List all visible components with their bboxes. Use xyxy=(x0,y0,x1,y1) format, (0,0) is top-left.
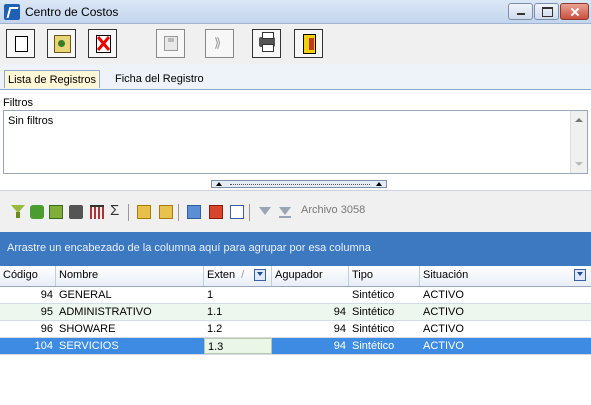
cell-tipo: Sintético xyxy=(352,340,395,352)
group-hint: Arrastre un encabezado de la columna aqu… xyxy=(7,242,371,254)
tab-strip: Lista de Registros Ficha del Registro xyxy=(0,64,591,90)
cell-tipo: Sintético xyxy=(352,306,395,318)
title-bar: Centro de Costos xyxy=(0,0,591,24)
open-icon[interactable] xyxy=(137,205,151,219)
filters-panel: Filtros Sin filtros xyxy=(0,97,591,179)
column-header-situacion[interactable]: Situación xyxy=(420,266,591,286)
tab-ficha-del-registro[interactable]: Ficha del Registro xyxy=(112,70,207,88)
cell-exten: 1.1 xyxy=(207,306,223,318)
cell-agupador: 94 xyxy=(333,323,346,335)
close-button[interactable] xyxy=(560,3,589,20)
cell-codigo: 96 xyxy=(40,323,53,335)
edit-icon xyxy=(54,35,71,53)
minimize-button[interactable] xyxy=(508,3,533,20)
splitter-handle[interactable] xyxy=(211,180,387,188)
cell-situacion: ACTIVO xyxy=(423,340,464,352)
filters-label: Filtros xyxy=(3,97,33,109)
splitter xyxy=(0,180,591,188)
archive-label: Archivo 3058 xyxy=(301,204,366,216)
tab-lista-de-registros[interactable]: Lista de Registros xyxy=(4,70,101,88)
print-icon[interactable] xyxy=(69,205,83,219)
exit-icon xyxy=(303,34,316,54)
expand-icon[interactable] xyxy=(278,205,292,219)
filters-value: Sin filtros xyxy=(8,115,54,127)
copy-icon[interactable] xyxy=(187,205,201,219)
table-row[interactable]: 96 SHOWARE 1.2 94 Sintético ACTIVO xyxy=(0,321,591,338)
cell-exten: 1.2 xyxy=(207,323,223,335)
grid-toolbar: Σ Archivo 3058 xyxy=(0,190,591,233)
cell-tipo: Sintético xyxy=(352,323,395,335)
scroll-up-icon[interactable] xyxy=(575,118,583,122)
maximize-button[interactable] xyxy=(534,3,559,20)
filter-icon[interactable] xyxy=(11,205,25,219)
sort-icon: / xyxy=(241,269,245,281)
column-header-codigo[interactable]: Código xyxy=(0,266,56,286)
delete-record-button[interactable] xyxy=(88,29,117,58)
undo-button[interactable]: ⟫ xyxy=(205,29,234,58)
cell-codigo: 95 xyxy=(40,306,53,318)
cell-codigo: 104 xyxy=(34,340,53,352)
collapse-icon[interactable] xyxy=(258,205,272,219)
cell-agupador: 94 xyxy=(333,306,346,318)
table-row[interactable]: 94 GENERAL 1 Sintético ACTIVO xyxy=(0,287,591,304)
check-icon[interactable] xyxy=(230,205,244,219)
column-header-exten[interactable]: Exten / xyxy=(204,266,272,286)
cell-situacion: ACTIVO xyxy=(423,306,464,318)
filters-box[interactable]: Sin filtros xyxy=(3,110,588,174)
cell-nombre: SERVICIOS xyxy=(59,340,119,352)
column-header-agupador[interactable]: Agupador xyxy=(272,266,349,286)
folder-icon[interactable] xyxy=(159,205,173,219)
refresh-icon[interactable] xyxy=(30,205,44,219)
columns-icon[interactable] xyxy=(90,205,104,219)
cell-exten-editor[interactable]: 1.3 xyxy=(204,338,272,354)
cell-agupador: 94 xyxy=(333,340,346,352)
cell-nombre: GENERAL xyxy=(59,289,112,301)
column-header-tipo[interactable]: Tipo xyxy=(349,266,420,286)
cell-agupador xyxy=(272,287,349,303)
cell-codigo: 94 xyxy=(40,289,53,301)
new-document-icon xyxy=(15,36,28,52)
new-record-button[interactable] xyxy=(6,29,35,58)
delete-icon xyxy=(96,35,111,53)
edit-record-button[interactable] xyxy=(47,29,76,58)
undo-icon: ⟫ xyxy=(214,35,222,50)
cell-situacion: ACTIVO xyxy=(423,289,464,301)
group-by-area[interactable]: Arrastre un encabezado de la columna aqu… xyxy=(0,232,591,266)
print-button[interactable] xyxy=(252,29,281,58)
cell-tipo: Sintético xyxy=(352,289,395,301)
filters-scrollbar[interactable] xyxy=(570,111,587,173)
save-button[interactable] xyxy=(156,29,185,58)
cell-exten: 1 xyxy=(207,289,214,301)
cell-situacion: ACTIVO xyxy=(423,323,464,335)
app-icon xyxy=(4,4,20,20)
export-icon[interactable] xyxy=(49,205,63,219)
scroll-down-icon[interactable] xyxy=(575,162,583,166)
save-icon xyxy=(164,36,178,51)
stop-icon[interactable] xyxy=(209,205,223,219)
cell-nombre: ADMINISTRATIVO xyxy=(59,306,152,318)
table-row[interactable]: 95 ADMINISTRATIVO 1.1 94 Sintético ACTIV… xyxy=(0,304,591,321)
column-header-nombre[interactable]: Nombre xyxy=(56,266,204,286)
main-toolbar: ⟫ xyxy=(0,24,591,65)
window-title: Centro de Costos xyxy=(25,5,119,19)
sigma-icon[interactable]: Σ xyxy=(110,202,122,219)
table-row-selected[interactable]: 104 SERVICIOS 1.3 94 Sintético ACTIVO xyxy=(0,338,591,355)
print-icon xyxy=(259,32,275,52)
grid-header: Código Nombre Exten / Agupador Tipo Situa… xyxy=(0,266,591,287)
column-filter-icon[interactable] xyxy=(254,269,266,281)
exit-button[interactable] xyxy=(294,29,323,58)
cell-nombre: SHOWARE xyxy=(59,323,116,335)
column-filter-icon[interactable] xyxy=(574,269,586,281)
